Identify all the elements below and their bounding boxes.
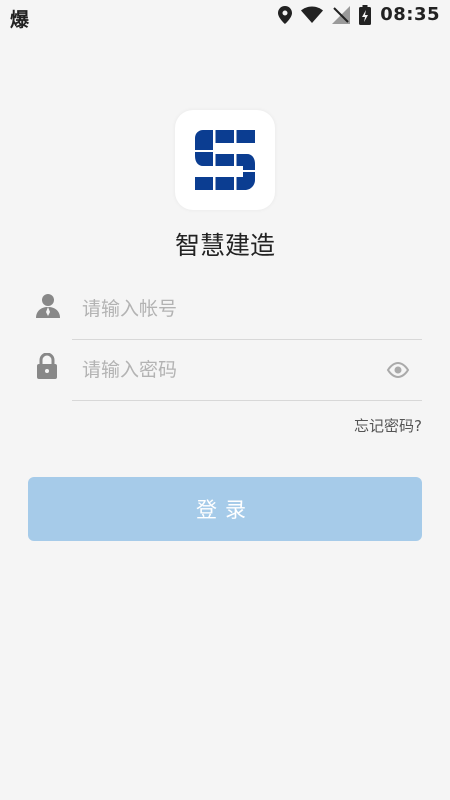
app-name: 智慧建造: [174, 231, 275, 260]
forgot-password-link[interactable]: 忘记密码?: [354, 415, 422, 436]
status-bar: 爆 08:35: [0, 0, 450, 32]
location-icon: [278, 5, 293, 24]
no-signal-icon: [332, 5, 351, 24]
s-grid-logo-icon: [195, 130, 255, 190]
app-logo: [175, 110, 275, 210]
account-field: [30, 278, 422, 340]
battery-charging-icon: [359, 4, 372, 25]
status-notification-glyph: 爆: [10, 9, 30, 31]
lock-icon: [36, 352, 58, 383]
account-input[interactable]: [82, 291, 382, 327]
wifi-icon: [301, 6, 324, 23]
password-field: [30, 339, 422, 401]
clock: 08:35: [380, 4, 440, 25]
password-underline: [72, 400, 422, 401]
user-icon: [36, 292, 60, 322]
eye-icon[interactable]: [386, 361, 410, 382]
password-input[interactable]: [82, 352, 382, 388]
status-icons: 08:35: [278, 4, 440, 25]
login-button[interactable]: 登录: [28, 477, 422, 541]
